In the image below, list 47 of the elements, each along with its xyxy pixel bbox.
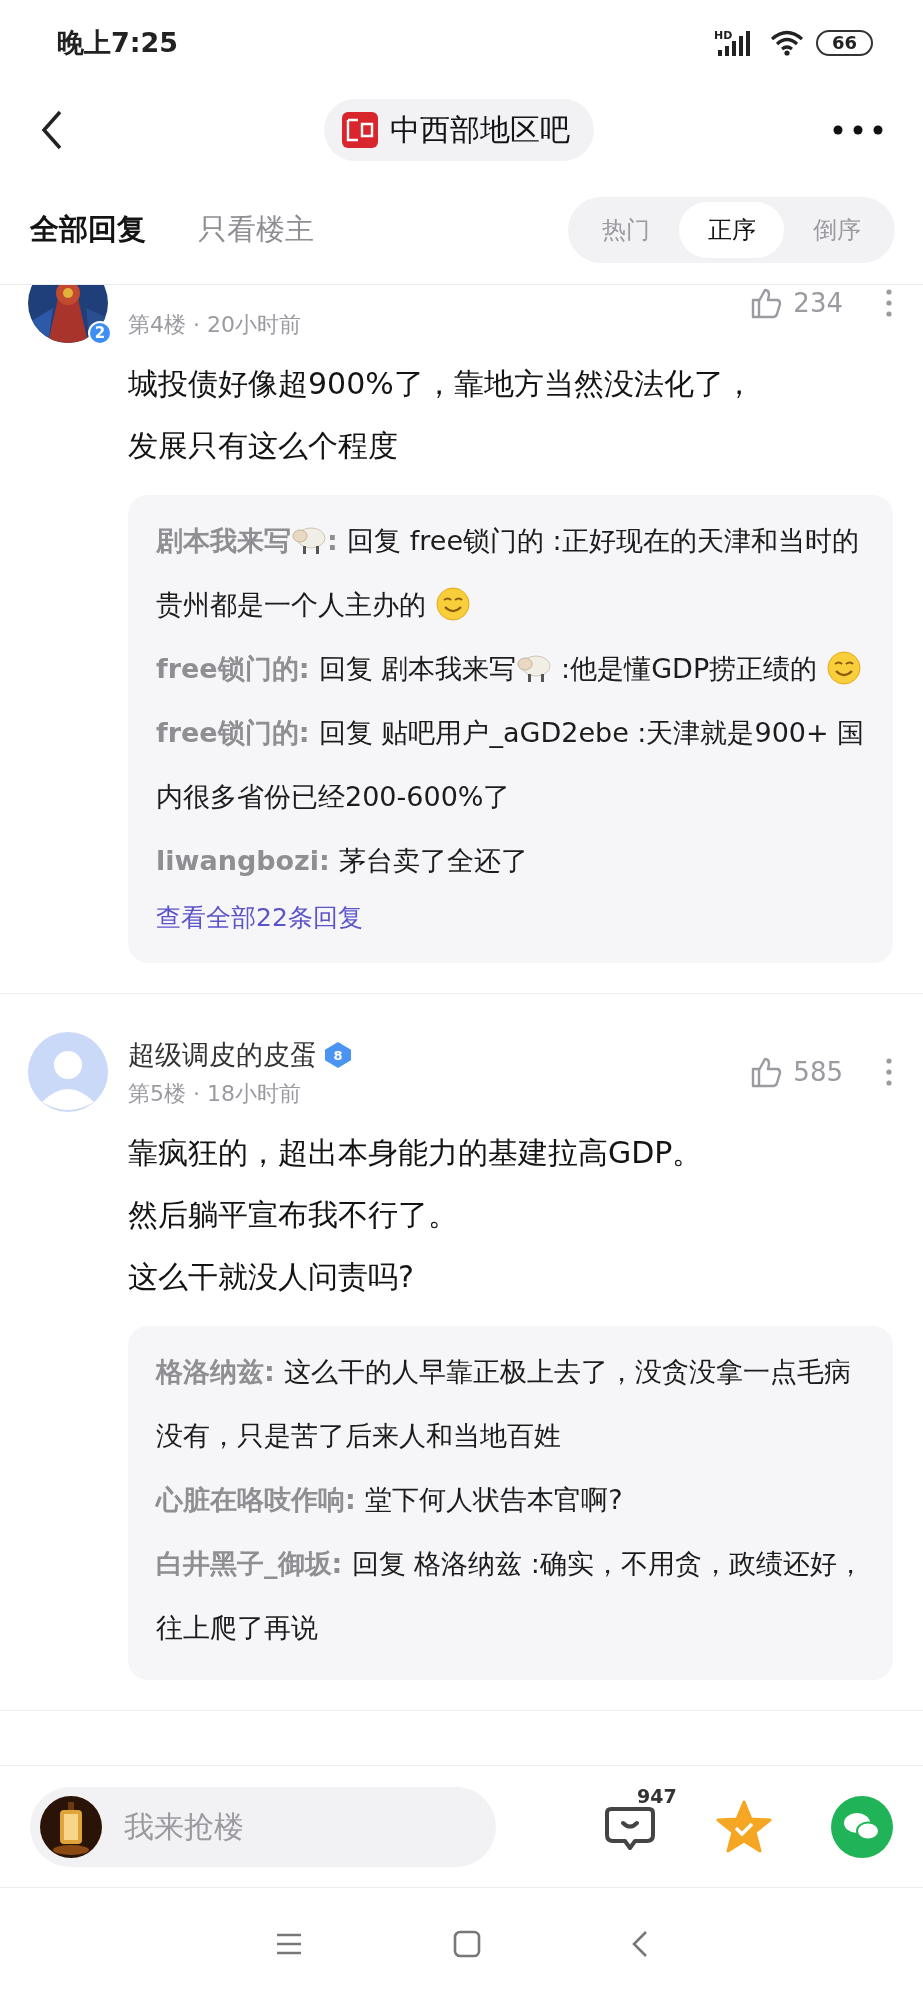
sheep-icon (516, 652, 553, 684)
like-count: 585 (793, 1057, 843, 1087)
reply-comment: liwangbozi: 茅台卖了全还了 (156, 844, 530, 878)
back-icon[interactable] (630, 1930, 649, 1958)
wechat-icon[interactable] (831, 1795, 893, 1858)
reply-comment: free锁门的: 回复 贴吧用户_aGD2ebe :天津就是900+ 国内很多省份已经200-600%了 (156, 716, 865, 814)
sort-option[interactable]: 正序 (678, 201, 785, 258)
post-text: 靠疯狂的，超出本身能力的基建拉高GDP。 (128, 1134, 704, 1172)
more-icon[interactable] (885, 1057, 893, 1087)
battery-indicator: 66 (815, 29, 873, 56)
floor-info: 第4楼 · 20小时前 (128, 311, 302, 339)
floor-info: 第5楼 · 18小时前 (128, 1080, 302, 1108)
star-icon[interactable] (715, 1798, 773, 1855)
reply-input[interactable]: 我来抢楼 (30, 1786, 496, 1867)
wifi-icon (769, 29, 804, 56)
smiley-icon (434, 586, 471, 622)
forum-title: 中西部地区吧 (389, 110, 570, 149)
filter-tab[interactable]: 全部回复 (30, 209, 146, 250)
more-button[interactable] (833, 125, 883, 135)
view-all-replies-link[interactable]: 查看全部22条回复 (156, 893, 363, 943)
post-text: 这么干就没人问责吗? (128, 1258, 415, 1296)
level-badge: 8 (325, 1042, 351, 1068)
reply-comment: 白井黑子_御坂: 回复 格洛纳兹 :确实，不用贪，政绩还好，往上爬了再说 (156, 1547, 865, 1645)
forum-logo-icon (339, 110, 380, 150)
reply-comment: 格洛纳兹: 这么干的人早靠正极上去了，没贪没拿一点毛病没有，只是苦了后来人和当地百姓 (156, 1355, 853, 1453)
home-icon[interactable] (452, 1930, 481, 1958)
post-text: 城投债好像超900%了，靠地方当然没法化了， (128, 365, 755, 403)
menu-icon[interactable] (274, 1932, 303, 1956)
reply-comment: 剧本我来写 : 回复 free锁门的 :正好现在的天津和当时的贵州都是一个人主办的 (156, 523, 860, 624)
reply-comment: 心脏在咯吱作响: 堂下何人状告本官啊? (156, 1483, 624, 1517)
comment-count: 947 (637, 1784, 677, 1807)
reply-comment: free锁门的: 回复 剧本我来写 :他是懂GDP捞正绩的 (156, 637, 865, 701)
thumbs-up-icon[interactable] (749, 1055, 784, 1089)
more-icon[interactable] (885, 288, 893, 318)
thumbs-up-icon[interactable] (749, 286, 784, 320)
reply-input-text[interactable]: 我来抢楼 (122, 1808, 422, 1845)
forum-title-pill[interactable]: 中西部地区吧 (323, 99, 594, 161)
user-name[interactable]: 超级调皮的皮蛋 (128, 1037, 317, 1073)
status-time: 晚上7:25 (57, 25, 179, 60)
level-badge: 2 (88, 321, 112, 345)
post-text: 然后躺平宣布我不行了。 (128, 1196, 459, 1234)
smiley-icon (825, 650, 862, 686)
sheep-icon (291, 524, 327, 556)
like-count: 234 (793, 288, 843, 318)
avatar-icon[interactable] (28, 1032, 108, 1112)
back-button[interactable] (40, 108, 64, 152)
post-text: 发展只有这么个程度 (128, 427, 399, 465)
